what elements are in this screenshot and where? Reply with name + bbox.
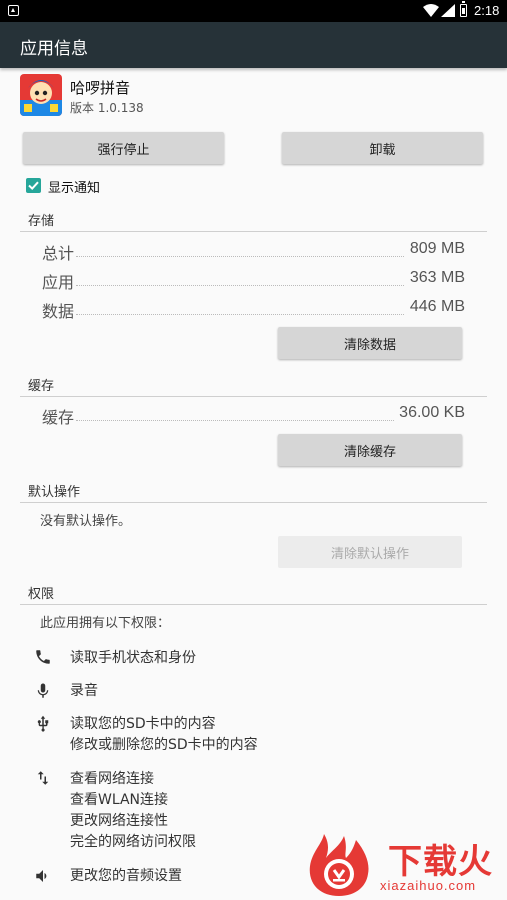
signal-icon	[441, 4, 455, 17]
storage-total-label: 总计	[42, 244, 75, 263]
watermark: 下载火 xiazaihuo.com	[296, 830, 506, 900]
force-stop-button[interactable]: 强行停止	[23, 132, 224, 164]
flame-logo-icon	[309, 834, 369, 896]
dotted-leader	[76, 314, 404, 315]
permission-item: 查看WLAN连接	[70, 792, 169, 808]
phone-icon	[36, 650, 50, 664]
storage-app-value: 363 MB	[409, 269, 465, 286]
divider	[20, 231, 487, 232]
storage-section-title: 存储	[28, 214, 55, 229]
dotted-leader	[76, 420, 394, 421]
permission-item: 录音	[70, 683, 98, 699]
volume-icon	[36, 870, 47, 882]
app-version: 版本 1.0.138	[70, 101, 144, 115]
clear-cache-button[interactable]: 清除缓存	[278, 434, 462, 466]
uninstall-button[interactable]: 卸载	[282, 132, 483, 164]
cache-value: 36.00 KB	[399, 404, 465, 421]
divider	[20, 502, 487, 503]
storage-total-value: 809 MB	[409, 240, 465, 257]
permission-item: 读取手机状态和身份	[70, 650, 196, 666]
watermark-url: xiazaihuo.com	[380, 878, 477, 893]
permissions-intro: 此应用拥有以下权限：	[40, 616, 171, 631]
notification-icon	[8, 5, 19, 16]
defaults-section-title: 默认操作	[28, 485, 81, 500]
permission-item: 更改您的音频设置	[70, 868, 182, 884]
clear-defaults-button[interactable]: 清除默认操作	[278, 536, 462, 568]
permission-item: 更改网络连接性	[70, 813, 168, 829]
divider	[20, 396, 487, 397]
permission-item: 读取您的SD卡中的内容	[70, 716, 216, 732]
dotted-leader	[76, 285, 404, 286]
storage-app-label: 应用	[42, 273, 75, 292]
swap-vertical-icon	[37, 771, 49, 785]
app-icon	[20, 74, 62, 116]
status-bar: 2:18	[0, 0, 507, 22]
mic-icon	[37, 683, 49, 698]
page-title: 应用信息	[20, 39, 88, 59]
storage-data-value: 446 MB	[409, 298, 465, 315]
permission-item: 完全的网络访问权限	[70, 834, 196, 850]
clear-data-button[interactable]: 清除数据	[278, 327, 462, 359]
divider	[20, 604, 487, 605]
permission-item: 修改或删除您的SD卡中的内容	[70, 737, 258, 753]
show-notifications-label[interactable]: 显示通知	[48, 177, 100, 196]
clock: 2:18	[474, 3, 500, 18]
app-name: 哈啰拼音	[70, 79, 131, 97]
storage-data-label: 数据	[42, 302, 75, 321]
check-icon	[28, 181, 39, 191]
usb-icon	[37, 715, 49, 732]
app-bar: 应用信息	[0, 22, 507, 68]
show-notifications-checkbox[interactable]	[26, 178, 41, 193]
no-defaults-text: 没有默认操作。	[40, 514, 132, 529]
battery-icon	[460, 1, 467, 17]
wifi-icon	[423, 4, 439, 17]
permission-item: 查看网络连接	[70, 771, 154, 787]
watermark-title: 下载火	[388, 842, 493, 882]
dotted-leader	[76, 256, 404, 257]
cache-label: 缓存	[42, 408, 75, 427]
cache-section-title: 缓存	[28, 379, 55, 394]
permissions-section-title: 权限	[28, 587, 55, 602]
